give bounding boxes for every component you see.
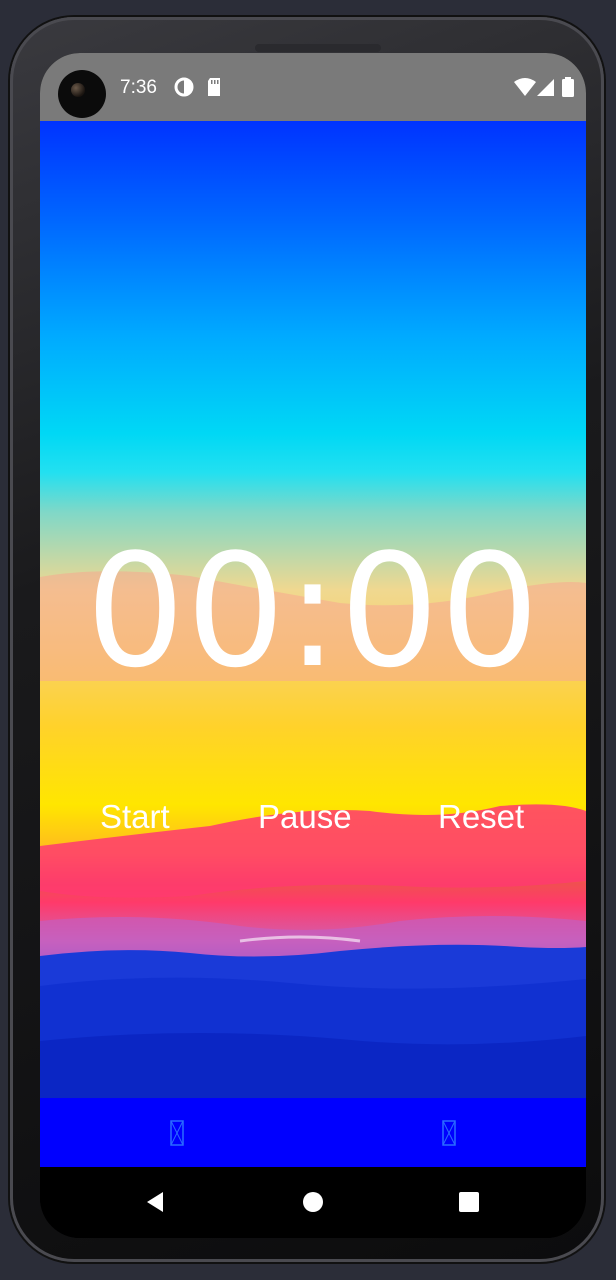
pause-button[interactable]: Pause [258, 798, 352, 836]
page: 7:36 00:00 Start Pause Reset [0, 0, 616, 1280]
start-button[interactable]: Start [100, 798, 170, 836]
earpiece-speaker [255, 44, 381, 52]
reset-button[interactable]: Reset [438, 798, 524, 836]
data-saver-icon [174, 77, 194, 97]
phone-screen: 7:36 00:00 Start Pause Reset [40, 53, 586, 1238]
missing-glyph-icon[interactable] [442, 1120, 456, 1146]
status-time: 7:36 [120, 77, 157, 98]
system-navigation-bar [40, 1167, 586, 1238]
front-camera [58, 70, 106, 118]
status-bar: 7:36 [40, 53, 586, 121]
home-icon[interactable] [298, 1187, 328, 1217]
timer-controls: Start Pause Reset [40, 798, 586, 838]
signal-icon [537, 79, 554, 96]
missing-glyph-icon[interactable] [170, 1120, 184, 1146]
battery-icon [562, 77, 574, 97]
back-icon[interactable] [140, 1187, 170, 1217]
bottom-bar [40, 1098, 586, 1167]
timer-display: 00:00 [85, 520, 541, 702]
recents-icon[interactable] [454, 1187, 484, 1217]
wifi-icon [514, 78, 536, 96]
sd-card-icon [208, 78, 220, 96]
